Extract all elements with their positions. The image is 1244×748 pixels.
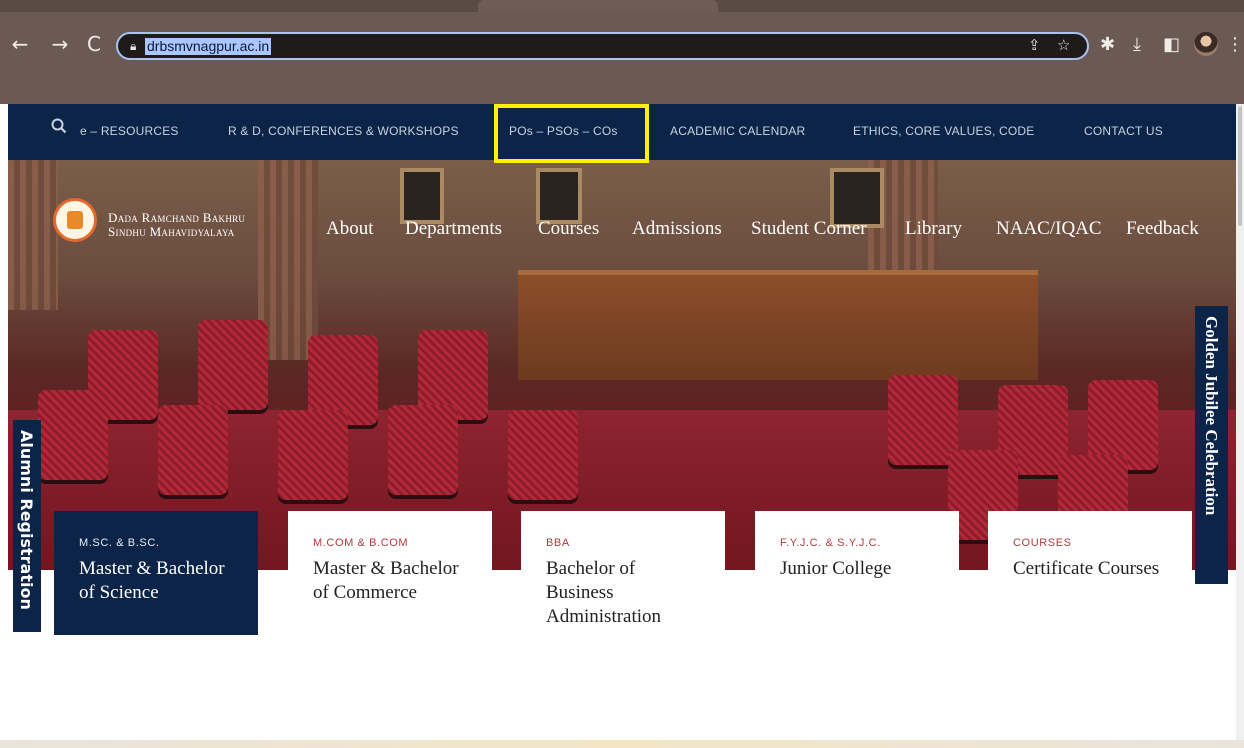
bottom-strip xyxy=(0,740,1244,748)
nav-admissions[interactable]: Admissions xyxy=(632,218,722,240)
hero-portrait xyxy=(400,168,444,224)
bookmark-star-icon[interactable]: ☆ xyxy=(1057,36,1070,54)
card-tag: F.Y.J.C. & S.Y.J.C. xyxy=(780,537,881,549)
college-logo[interactable] xyxy=(53,198,97,242)
menu-icon[interactable]: ⋮ xyxy=(1226,34,1244,55)
college-name-line1: Dada Ramchand Bakhru xyxy=(108,210,246,225)
nav-courses[interactable]: Courses xyxy=(538,218,599,240)
url-text[interactable]: drbsmvnagpur.ac.in xyxy=(145,38,272,55)
course-card-certificate[interactable]: COURSES Certificate Courses xyxy=(988,511,1192,635)
card-tag: M.SC. & B.SC. xyxy=(79,537,160,549)
course-card-science[interactable]: M.SC. & B.SC. Master & Bachelor of Scien… xyxy=(54,511,258,635)
nav-feedback[interactable]: Feedback xyxy=(1126,218,1199,240)
profile-avatar[interactable] xyxy=(1194,32,1218,56)
nav-student-corner[interactable]: Student Corner xyxy=(751,218,867,240)
side-panel-icon[interactable]: ◧ xyxy=(1163,34,1180,55)
nav-about[interactable]: About xyxy=(326,218,374,240)
golden-jubilee-tab[interactable]: Golden Jubilee Celebration xyxy=(1195,306,1228,584)
hero-chair xyxy=(278,410,348,500)
course-card-commerce[interactable]: M.COM & B.COM Master & Bachelor of Comme… xyxy=(288,511,492,635)
card-title: Certificate Courses xyxy=(1013,558,1160,579)
reload-icon[interactable]: C xyxy=(82,32,106,56)
hero-chair xyxy=(198,320,268,410)
nav-departments[interactable]: Departments xyxy=(405,218,502,240)
card-tag: M.COM & B.COM xyxy=(313,537,409,549)
hero-curtain xyxy=(8,160,58,310)
golden-jubilee-label: Golden Jubilee Celebration xyxy=(1202,316,1221,516)
card-title: Master & Bachelor of Commerce xyxy=(313,558,459,603)
card-title: Bachelor of Business Administration xyxy=(546,558,662,627)
address-bar[interactable]: 🔒︎ drbsmvnagpur.ac.in ⇪ ☆ xyxy=(116,32,1089,60)
hero-chair xyxy=(888,375,958,465)
college-name[interactable]: Dada Ramchand Bakhru Sindhu Mahavidyalay… xyxy=(108,211,245,239)
highlight-box xyxy=(494,104,649,163)
search-icon[interactable] xyxy=(51,118,67,134)
hero-banner: Dada Ramchand Bakhru Sindhu Mahavidyalay… xyxy=(8,160,1236,570)
browser-toolbar: ← → C 🔒︎ drbsmvnagpur.ac.in ⇪ ☆ ✱ ⤓ ◧ ⋮ xyxy=(0,12,1244,78)
topbar-link-e-resources[interactable]: e – RESOURCES xyxy=(80,124,179,138)
card-title: Junior College xyxy=(780,558,892,579)
share-icon[interactable]: ⇪ xyxy=(1028,36,1041,54)
nav-naac-iqac[interactable]: NAAC/IQAC xyxy=(996,218,1102,240)
topbar-link-contact-us[interactable]: CONTACT US xyxy=(1084,124,1163,138)
topbar-link-ethics[interactable]: ETHICS, CORE VALUES, CODE xyxy=(853,124,1034,138)
card-tag: COURSES xyxy=(1013,537,1072,549)
extensions-icon[interactable]: ✱ xyxy=(1100,34,1115,55)
alumni-registration-tab[interactable]: Alumni Registration xyxy=(13,420,41,632)
active-tab[interactable] xyxy=(478,0,718,12)
download-icon[interactable]: ⤓ xyxy=(1133,34,1141,55)
tab-strip xyxy=(0,0,1244,12)
scrollbar-thumb[interactable] xyxy=(1238,106,1242,226)
hero-stage xyxy=(518,270,1038,380)
forward-icon[interactable]: → xyxy=(48,32,72,56)
nav-library[interactable]: Library xyxy=(905,218,962,240)
hero-portrait xyxy=(536,168,582,224)
course-card-junior-college[interactable]: F.Y.J.C. & S.Y.J.C. Junior College xyxy=(755,511,959,635)
card-title: Master & Bachelor of Science xyxy=(79,558,225,603)
page-top-margin xyxy=(0,78,1244,104)
lock-icon[interactable]: 🔒︎ xyxy=(130,39,136,54)
back-icon[interactable]: ← xyxy=(8,32,32,56)
alumni-registration-label: Alumni Registration xyxy=(17,430,36,610)
topbar-link-rd-conferences[interactable]: R & D, CONFERENCES & WORKSHOPS xyxy=(228,124,459,138)
course-card-bba[interactable]: BBA Bachelor of Business Administration xyxy=(521,511,725,662)
college-name-line2: Sindhu Mahavidyalaya xyxy=(108,224,235,239)
hero-chair xyxy=(38,390,108,480)
card-tag: BBA xyxy=(546,537,570,549)
topbar-link-academic-calendar[interactable]: ACADEMIC CALENDAR xyxy=(670,124,805,138)
hero-chair xyxy=(388,405,458,495)
hero-chair xyxy=(508,410,578,500)
hero-chair xyxy=(158,405,228,495)
